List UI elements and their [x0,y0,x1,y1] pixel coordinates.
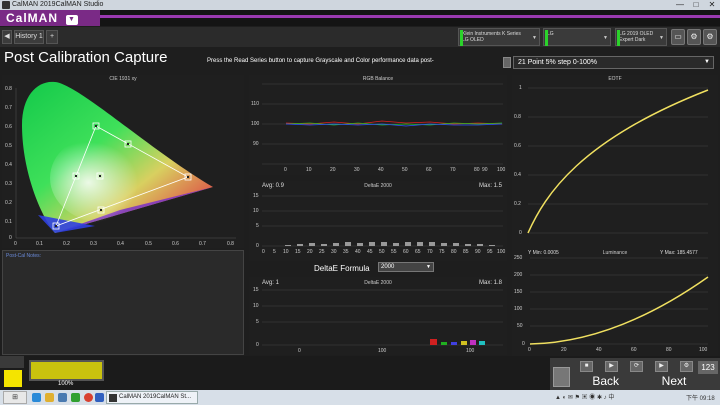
ie-icon[interactable] [32,393,41,402]
system-tray[interactable]: ▲ ◐ ✉ ⚑ ▣ ◉ ✱ ♪ 中 [555,392,614,401]
luminance-y-tick: 250 [514,255,523,261]
back-button[interactable]: Back [571,374,619,389]
swatch-header [0,356,24,368]
folder-icon[interactable] [45,393,54,402]
luminance-y-tick: 50 [517,323,523,329]
start-button[interactable]: ⊞ [3,391,27,404]
luminance-x-tick: 80 [666,347,672,353]
counter-badge[interactable]: 123 [698,361,718,374]
app-icon-green[interactable] [71,393,80,402]
loop-icon[interactable]: ⟳ [630,361,643,372]
next-button[interactable]: Next [650,374,698,389]
grid-icon[interactable] [553,367,570,387]
luminance-y-tick: 0 [522,341,525,347]
luminance-y-tick: 100 [514,306,523,312]
luminance-x-tick: 40 [596,347,602,353]
luminance-x-tick: 60 [631,347,637,353]
taskbar-clock[interactable]: 下午 09:18 [686,393,715,402]
stop-icon[interactable]: ■ [580,361,593,372]
chrome-icon[interactable] [84,393,93,402]
calman-icon [109,394,117,402]
luminance-chart [529,257,709,345]
luminance-x-tick: 0 [528,347,531,353]
target-color-swatch [4,370,22,387]
taskbar-task-label: CalMAN 2019CalMAN St... [119,394,192,400]
options-icon[interactable]: ⚙ [680,361,693,372]
app-icon-blue[interactable] [95,393,104,402]
play-series-icon[interactable]: ▶ [655,361,668,372]
stimulus-percent: 100% [58,381,74,387]
media-icon[interactable] [58,393,67,402]
luminance-curve [529,276,709,345]
luminance-y-tick: 200 [514,272,523,278]
play-icon[interactable]: ▶ [605,361,618,372]
luminance-y-tick: 150 [514,289,523,295]
taskbar-calman-task[interactable]: CalMAN 2019CalMAN St... [106,391,198,404]
measured-color-swatch [29,360,104,381]
luminance-x-tick: 100 [699,347,708,353]
luminance-x-tick: 20 [561,347,567,353]
